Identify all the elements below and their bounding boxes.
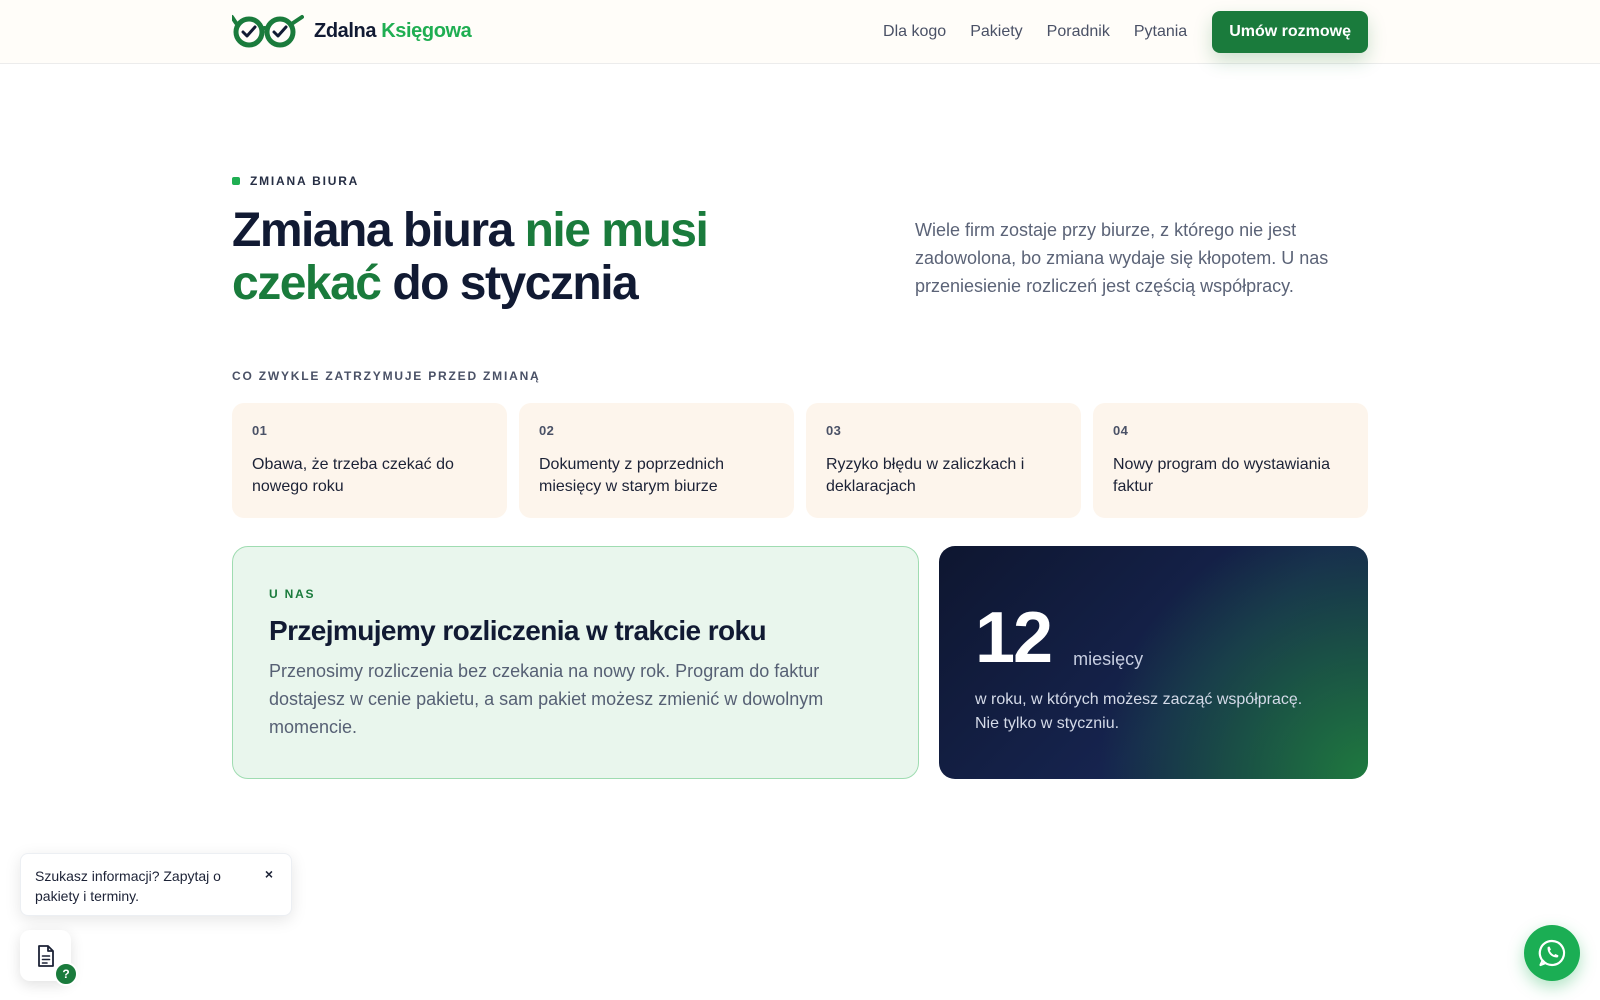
card-number: 03 xyxy=(826,423,842,438)
stat-value: 12 xyxy=(975,598,1053,678)
card-text: Obawa, że trzeba czekać do nowego roku xyxy=(252,456,454,495)
stat-description: w roku, w których możesz zacząć współpra… xyxy=(975,691,1303,732)
help-tooltip: Szukasz informacji? Zapytaj o pakiety i … xyxy=(20,853,292,916)
obstacle-card: 04 Nowy program do wystawiania faktur xyxy=(1093,403,1368,518)
card-text: Nowy program do wystawiania faktur xyxy=(1113,456,1330,495)
card-text: Ryzyko błędu w zaliczkach i deklaracjach xyxy=(826,456,1025,495)
approach-kicker: U NAS xyxy=(269,587,316,601)
brand-accent: Księgowa xyxy=(381,19,472,42)
logo[interactable]: Zdalna Księgowa xyxy=(232,14,472,48)
whatsapp-icon xyxy=(1538,939,1566,967)
obstacles-list: 01 Obawa, że trzeba czekać do nowego rok… xyxy=(232,403,1368,518)
obstacles-label: CO ZWYKLE ZATRZYMUJE PRZED ZMIANĄ xyxy=(232,369,541,383)
obstacle-card: 01 Obawa, że trzeba czekać do nowego rok… xyxy=(232,403,507,518)
eyebrow-label: ZMIANA BIURA xyxy=(250,174,360,188)
site-header: Zdalna Księgowa Dla kogo Pakiety Poradni… xyxy=(0,0,1600,64)
our-approach-card: U NAS Przejmujemy rozliczenia w trakcie … xyxy=(232,546,919,779)
close-icon[interactable]: × xyxy=(265,866,273,882)
brand-name: Zdalna Księgowa xyxy=(314,19,472,43)
nav-link-dla-kogo[interactable]: Dla kogo xyxy=(883,23,946,41)
nav-link-pakiety[interactable]: Pakiety xyxy=(970,23,1022,41)
whatsapp-button[interactable] xyxy=(1524,925,1580,981)
nav-link-poradnik[interactable]: Poradnik xyxy=(1047,23,1110,41)
obstacle-card: 02 Dokumenty z poprzednich miesięcy w st… xyxy=(519,403,794,518)
help-tooltip-text: Szukasz informacji? Zapytaj o pakiety i … xyxy=(35,868,221,904)
document-icon xyxy=(37,944,54,967)
page-title: Zmiana biura nie musi czekać do stycznia xyxy=(232,204,792,310)
approach-body: Przenosimy rozliczenia bez czekania na n… xyxy=(269,661,824,737)
stat-unit: miesięcy xyxy=(1073,649,1144,669)
help-badge: ? xyxy=(54,962,78,986)
logo-glasses-icon xyxy=(232,15,304,48)
section-eyebrow: ZMIANA BIURA xyxy=(232,174,359,188)
card-number: 04 xyxy=(1113,423,1129,438)
card-text: Dokumenty z poprzednich miesięcy w stary… xyxy=(539,456,724,495)
section-lead: Wiele firm zostaje przy biurze, z któreg… xyxy=(915,220,1329,296)
title-part-1: Zmiana biura xyxy=(232,204,525,257)
approach-heading: Przejmujemy rozliczenia w trakcie roku xyxy=(269,615,767,646)
schedule-call-button[interactable]: Umów rozmowę xyxy=(1212,11,1368,53)
stat-row: 12 miesięcy xyxy=(975,602,1332,674)
main-nav: Dla kogo Pakiety Poradnik Pytania Umów r… xyxy=(883,0,1600,64)
card-number: 02 xyxy=(539,423,555,438)
brand-main: Zdalna xyxy=(314,19,377,42)
obstacle-card: 03 Ryzyko błędu w zaliczkach i deklaracj… xyxy=(806,403,1081,518)
title-part-3: do stycznia xyxy=(380,257,638,310)
card-number: 01 xyxy=(252,423,268,438)
stat-card: 12 miesięcy w roku, w których możesz zac… xyxy=(939,546,1368,779)
eyebrow-dot xyxy=(232,177,240,185)
nav-link-pytania[interactable]: Pytania xyxy=(1134,23,1187,41)
